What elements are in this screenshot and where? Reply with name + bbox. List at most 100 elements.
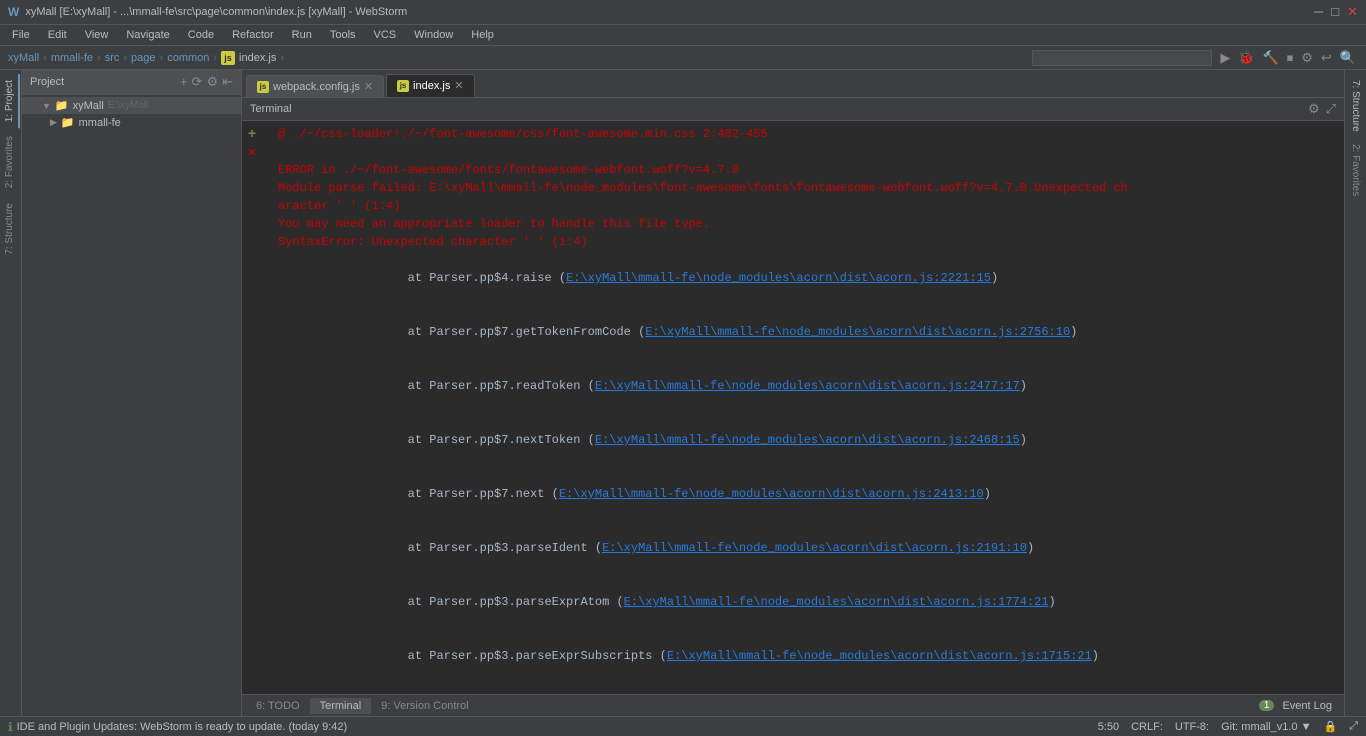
- close-button[interactable]: ✕: [1347, 4, 1358, 20]
- event-log-label[interactable]: Event Log: [1282, 700, 1332, 712]
- menu-navigate[interactable]: Navigate: [118, 27, 177, 43]
- undo-button[interactable]: ↩: [1319, 50, 1334, 66]
- breadcrumb-page[interactable]: page: [131, 52, 155, 64]
- bottom-tab-terminal-label: Terminal: [320, 700, 362, 712]
- panel-collapse-button[interactable]: ⇤: [222, 74, 233, 90]
- terminal-expand-icon[interactable]: ⤢: [1326, 101, 1336, 117]
- terminal-header-right: ⚙ ⤢: [1308, 101, 1336, 117]
- menu-vcs[interactable]: VCS: [366, 27, 405, 43]
- menu-refactor[interactable]: Refactor: [224, 27, 282, 43]
- panel-sync-button[interactable]: ⟳: [192, 74, 203, 90]
- nav-bar: xyMall › mmall-fe › src › page › common …: [0, 46, 1366, 70]
- breadcrumb-sep-4: ›: [160, 52, 164, 64]
- bottom-tab-todo[interactable]: 6: TODO: [246, 698, 310, 714]
- menu-bar: File Edit View Navigate Code Refactor Ru…: [0, 25, 1366, 46]
- sidebar-tab-favorites[interactable]: 2: Favorites: [1, 130, 20, 194]
- status-encoding[interactable]: UTF-8:: [1175, 721, 1209, 733]
- tab-indexjs[interactable]: js index.js ✕: [386, 74, 475, 97]
- menu-help[interactable]: Help: [463, 27, 502, 43]
- window-controls[interactable]: ─ □ ✕: [1314, 4, 1358, 20]
- breadcrumb-sep-5: ›: [213, 52, 217, 64]
- status-bar: ℹ IDE and Plugin Updates: WebStorm is re…: [0, 716, 1366, 736]
- tab-icon-index: js: [397, 80, 409, 92]
- menu-window[interactable]: Window: [406, 27, 461, 43]
- panel-add-button[interactable]: +: [180, 74, 188, 90]
- terminal-header: Terminal ⚙ ⤢: [242, 98, 1344, 121]
- right-tab-structure[interactable]: 7: Structure: [1347, 74, 1364, 138]
- terminal-add-button[interactable]: +: [244, 127, 260, 143]
- status-lock-icon: 🔒: [1323, 720, 1337, 733]
- tab-label-webpack: webpack.config.js: [273, 81, 360, 93]
- status-bar-right: 5:50 CRLF: UTF-8: Git: mmall_v1.0 ▼ 🔒 ⤢: [1098, 720, 1358, 733]
- breadcrumb-sep-2: ›: [97, 52, 101, 64]
- term-link-1[interactable]: E:\xyMall\mmall-fe\node_modules\acorn\di…: [566, 271, 991, 285]
- menu-file[interactable]: File: [4, 27, 38, 43]
- minimize-button[interactable]: ─: [1314, 4, 1323, 20]
- breadcrumb-common[interactable]: common: [167, 52, 209, 64]
- term-line-2: ERROR in ./~/font-awesome/fonts/fontawes…: [270, 161, 1344, 179]
- term-link-8[interactable]: E:\xyMall\mmall-fe\node_modules\acorn\di…: [667, 649, 1092, 663]
- term-link-6[interactable]: E:\xyMall\mmall-fe\node_modules\acorn\di…: [602, 541, 1027, 555]
- term-line-7: at Parser.pp$4.raise (E:\xyMall\mmall-fe…: [270, 251, 1344, 305]
- term-line-11: at Parser.pp$7.next (E:\xyMall\mmall-fe\…: [270, 467, 1344, 521]
- tree-folder-icon: 📁: [55, 99, 69, 112]
- bottom-tab-vcs[interactable]: 9: Version Control: [371, 698, 478, 714]
- tab-webpack-config[interactable]: js webpack.config.js ✕: [246, 75, 384, 97]
- maximize-button[interactable]: □: [1331, 4, 1339, 20]
- right-tab-favorites[interactable]: 2: Favorites: [1347, 138, 1364, 202]
- search-button[interactable]: 🔍: [1338, 50, 1358, 66]
- menu-run[interactable]: Run: [284, 27, 320, 43]
- status-git[interactable]: Git: mmall_v1.0 ▼: [1221, 721, 1311, 733]
- terminal-header-left: Terminal: [250, 103, 292, 115]
- tab-label-index: index.js: [413, 80, 450, 92]
- breadcrumb-mmall-fe[interactable]: mmall-fe: [51, 52, 93, 64]
- status-line-sep[interactable]: CRLF:: [1131, 721, 1163, 733]
- tree-arrow-mmall-fe: ▶: [50, 117, 57, 128]
- run-button[interactable]: ▶: [1218, 50, 1232, 66]
- build-button[interactable]: 🔨: [1261, 50, 1281, 66]
- stop-button[interactable]: ⏹: [1285, 50, 1296, 66]
- terminal-gear-icon[interactable]: ⚙: [1308, 101, 1320, 117]
- tree-label-mmall-fe: mmall-fe: [79, 117, 121, 129]
- term-link-5[interactable]: E:\xyMall\mmall-fe\node_modules\acorn\di…: [559, 487, 984, 501]
- search-everywhere-input[interactable]: [1032, 50, 1212, 66]
- status-expand-icon[interactable]: ⤢: [1349, 720, 1358, 733]
- window-title: xyMall [E:\xyMall] - ...\mmall-fe\src\pa…: [25, 6, 407, 18]
- tab-close-index[interactable]: ✕: [454, 79, 463, 92]
- term-link-7[interactable]: E:\xyMall\mmall-fe\node_modules\acorn\di…: [624, 595, 1049, 609]
- menu-view[interactable]: View: [77, 27, 117, 43]
- breadcrumb-xymall[interactable]: xyMall: [8, 52, 39, 64]
- term-line-12: at Parser.pp$3.parseIdent (E:\xyMall\mma…: [270, 521, 1344, 575]
- menu-edit[interactable]: Edit: [40, 27, 75, 43]
- term-link-3[interactable]: E:\xyMall\mmall-fe\node_modules\acorn\di…: [595, 379, 1020, 393]
- sidebar-tab-project[interactable]: 1: Project: [1, 74, 20, 128]
- settings-button[interactable]: ⚙: [1299, 50, 1315, 66]
- main-area: 1: Project 2: Favorites 7: Structure Pro…: [0, 70, 1366, 716]
- event-log-badge: 1: [1259, 700, 1275, 711]
- breadcrumb-sep-3: ›: [123, 52, 127, 64]
- terminal-panel: Terminal ⚙ ⤢ + ✕ @ ./~/css-loader!./~/fo…: [242, 98, 1344, 694]
- term-line-1: @ ./~/css-loader!./~/font-awesome/css/fo…: [270, 125, 1344, 143]
- debug-button[interactable]: 🐞: [1236, 50, 1256, 66]
- tree-path-xymall: E:\xyMall: [108, 100, 149, 111]
- breadcrumb-indexjs[interactable]: index.js: [239, 52, 276, 64]
- sidebar-tab-structure[interactable]: 7: Structure: [1, 197, 20, 261]
- project-panel-header: Project + ⟳ ⚙ ⇤: [22, 70, 241, 95]
- menu-code[interactable]: Code: [180, 27, 222, 43]
- bottom-tab-terminal[interactable]: Terminal: [310, 698, 372, 714]
- terminal-content[interactable]: + ✕ @ ./~/css-loader!./~/font-awesome/cs…: [242, 121, 1344, 694]
- tree-item-mmall-fe[interactable]: ▶ 📁 mmall-fe: [22, 114, 241, 131]
- term-link-4[interactable]: E:\xyMall\mmall-fe\node_modules\acorn\di…: [595, 433, 1020, 447]
- tree-arrow-xymall: ▼: [42, 101, 51, 111]
- tree-item-xymall[interactable]: ▼ 📁 xyMall E:\xyMall: [22, 97, 241, 114]
- status-update-icon: ℹ: [8, 720, 13, 734]
- project-panel-title-area: Project: [30, 76, 64, 88]
- project-panel-actions: + ⟳ ⚙ ⇤: [180, 74, 233, 90]
- breadcrumb-src[interactable]: src: [105, 52, 120, 64]
- panel-settings-button[interactable]: ⚙: [206, 74, 218, 90]
- tree-label-xymall: xyMall: [73, 100, 104, 112]
- menu-tools[interactable]: Tools: [322, 27, 364, 43]
- terminal-close-button[interactable]: ✕: [244, 145, 260, 161]
- term-link-2[interactable]: E:\xyMall\mmall-fe\node_modules\acorn\di…: [645, 325, 1070, 339]
- tab-close-webpack[interactable]: ✕: [364, 80, 373, 93]
